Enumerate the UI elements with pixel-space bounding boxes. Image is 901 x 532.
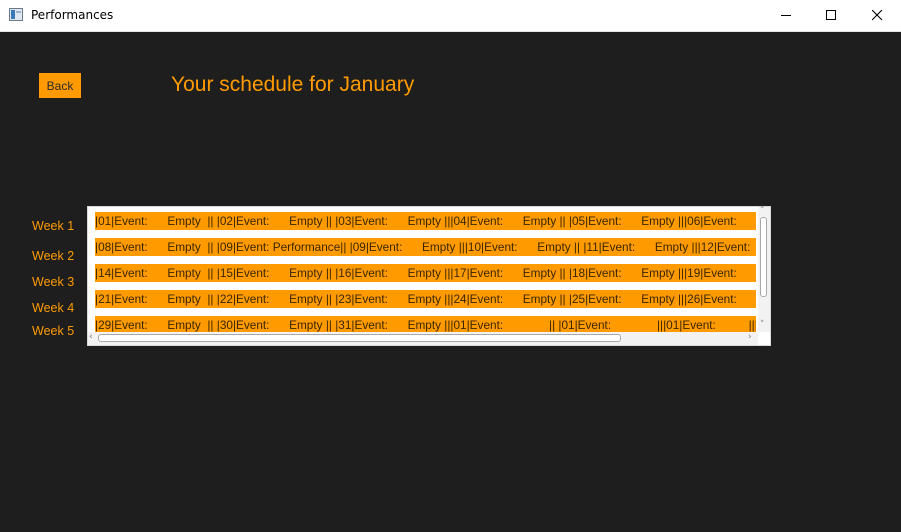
app-icon — [9, 8, 23, 21]
minimize-button[interactable] — [763, 0, 809, 31]
schedule-row-week-4[interactable]: |21|Event: Empty || |22|Event: Empty || … — [95, 290, 756, 308]
page-title: Your schedule for January — [171, 73, 415, 96]
schedule-row-week-1[interactable]: |01|Event: Empty || |02|Event: Empty || … — [95, 212, 756, 230]
horizontal-scroll-thumb[interactable] — [98, 334, 621, 342]
back-button[interactable]: Back — [39, 73, 81, 98]
week-label-5: Week 5 — [32, 324, 75, 338]
vertical-scrollbar[interactable]: ˄ ˅ — [758, 207, 770, 332]
week-label-1: Week 1 — [32, 219, 75, 233]
schedule-list[interactable]: |01|Event: Empty || |02|Event: Empty || … — [87, 206, 771, 346]
scroll-left-icon[interactable]: ‹ — [89, 333, 93, 342]
schedule-row-week-3[interactable]: |14|Event: Empty || |15|Event: Empty || … — [95, 264, 756, 282]
maximize-icon — [826, 10, 836, 20]
scroll-right-icon[interactable]: › — [748, 333, 752, 342]
horizontal-scrollbar[interactable]: ‹ › — [88, 332, 758, 345]
window-title: Performances — [31, 8, 114, 22]
title-bar: Performances — [0, 0, 901, 32]
maximize-button[interactable] — [808, 0, 854, 31]
minimize-icon — [781, 15, 791, 16]
schedule-row-week-5[interactable]: |29|Event: Empty || |30|Event: Empty || … — [95, 316, 756, 333]
scroll-down-icon[interactable]: ˅ — [760, 321, 765, 330]
week-label-2: Week 2 — [32, 249, 75, 263]
week-label-3: Week 3 — [32, 275, 75, 289]
schedule-row-week-2[interactable]: |08|Event: Empty || |09|Event: Performan… — [95, 238, 756, 256]
vertical-scroll-thumb[interactable] — [760, 217, 767, 297]
close-button[interactable] — [854, 0, 900, 31]
close-icon — [872, 10, 883, 21]
week-label-4: Week 4 — [32, 301, 75, 315]
scroll-up-icon[interactable]: ˄ — [760, 207, 765, 216]
